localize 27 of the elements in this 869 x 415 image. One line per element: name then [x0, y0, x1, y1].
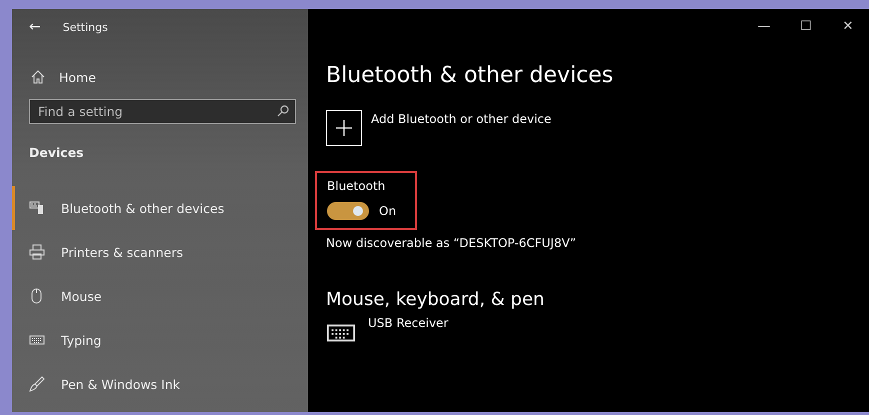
printer-icon	[29, 244, 45, 260]
close-button[interactable]: ✕	[827, 19, 869, 34]
section-heading: Mouse, keyboard, & pen	[326, 289, 546, 310]
add-device-button[interactable]	[326, 110, 362, 146]
maximize-button[interactable]: ☐	[785, 19, 827, 34]
search-icon	[277, 105, 289, 117]
device-name[interactable]: USB Receiver	[368, 316, 448, 330]
discoverable-text: Now discoverable as “DESKTOP-6CFUJ8V”	[326, 236, 578, 250]
plus-icon	[336, 120, 352, 136]
search-field[interactable]: Find a setting	[29, 99, 296, 124]
nav-item[interactable]: Typing	[12, 318, 308, 362]
back-button[interactable]: ←	[29, 19, 41, 35]
section-heading: Devices	[28, 145, 85, 160]
home-link[interactable]: Home	[12, 67, 308, 87]
home-icon	[31, 70, 45, 84]
nav-item[interactable]: Printers & scanners	[12, 230, 308, 274]
keyboard-device-icon	[29, 200, 45, 216]
minimize-button[interactable]: —	[743, 19, 785, 34]
bluetooth-toggle[interactable]	[327, 202, 369, 220]
nav-item[interactable]: Pen & Windows Ink	[12, 362, 308, 406]
add-device-link[interactable]: Add Bluetooth or other device	[371, 112, 552, 126]
pen-icon	[29, 376, 45, 392]
page-title: Bluetooth & other devices	[326, 63, 614, 88]
toggle-state-text: On	[379, 204, 396, 218]
window-title: Settings	[62, 20, 108, 34]
bluetooth-label: Bluetooth	[327, 179, 386, 193]
nav-item[interactable]: Mouse	[12, 274, 308, 318]
